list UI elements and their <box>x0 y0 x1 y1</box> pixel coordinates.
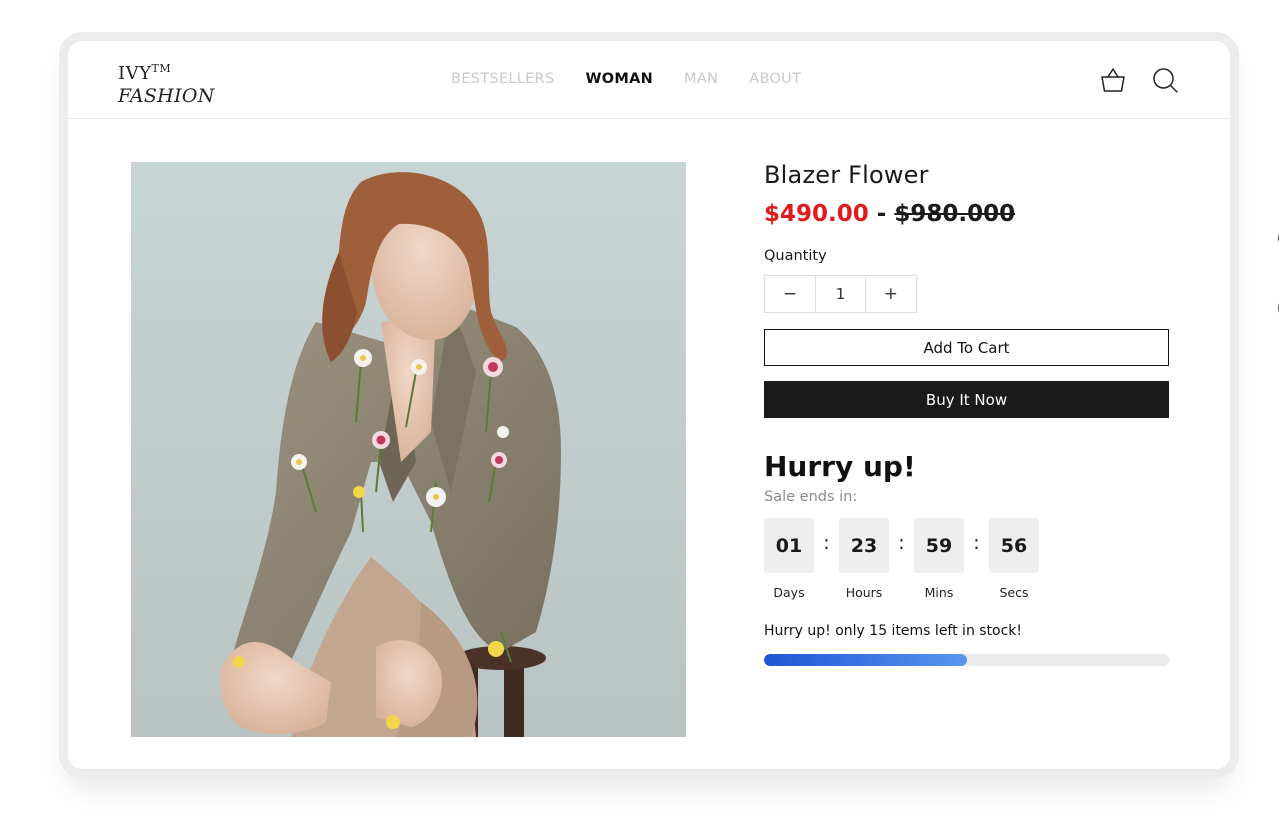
countdown-secs: 56 Secs <box>989 518 1039 600</box>
quantity-input[interactable]: 1 <box>815 276 866 312</box>
countdown-value: 23 <box>839 518 889 573</box>
nav-item-bestsellers[interactable]: BESTSELLERS <box>451 71 554 87</box>
product-card: IVYTM FASHION BESTSELLERS WOMAN MAN ABOU… <box>68 41 1230 769</box>
nav-item-man[interactable]: MAN <box>684 71 718 87</box>
countdown-label: Days <box>773 585 805 600</box>
stock-progress-bar <box>764 654 1169 666</box>
countdown-separator: : <box>973 531 980 554</box>
countdown-value: 56 <box>989 518 1039 573</box>
brand-logo[interactable]: IVYTM FASHION <box>118 57 215 108</box>
original-price: $980.000 <box>894 201 1016 227</box>
countdown-label: Secs <box>999 585 1029 600</box>
add-to-cart-button[interactable]: Add To Cart <box>764 329 1169 366</box>
sale-price: $490.00 <box>764 201 869 227</box>
basket-icon[interactable] <box>1098 65 1128 95</box>
nav-item-about[interactable]: ABOUT <box>749 71 801 87</box>
countdown-days: 01 Days <box>764 518 814 600</box>
countdown-value: 59 <box>914 518 964 573</box>
countdown-value: 01 <box>764 518 814 573</box>
header-actions <box>1098 65 1180 95</box>
brand-tm: TM <box>151 62 172 75</box>
countdown-separator: : <box>898 531 905 554</box>
main-nav: BESTSELLERS WOMAN MAN ABOUT <box>451 71 832 87</box>
product-image[interactable] <box>131 162 686 737</box>
sale-ends-label: Sale ends in: <box>764 489 858 505</box>
countdown-label: Hours <box>845 585 883 600</box>
quantity-stepper: − 1 + <box>764 275 917 313</box>
countdown-timer: 01 Days : 23 Hours : 59 Mins : 56 Secs <box>764 518 1169 600</box>
product-photo-illustration <box>131 162 686 737</box>
increase-button[interactable]: + <box>866 276 916 312</box>
brand-tagline: FASHION <box>118 85 215 107</box>
quantity-label: Quantity <box>764 248 827 264</box>
countdown-mins: 59 Mins <box>914 518 964 600</box>
price-row: $490.00 - $980.000 <box>764 201 1169 227</box>
buy-now-button[interactable]: Buy It Now <box>764 381 1169 418</box>
price-separator: - <box>868 201 895 227</box>
hurry-heading: Hurry up! <box>764 450 916 483</box>
countdown-label: Mins <box>924 585 954 600</box>
countdown-hours: 23 Hours <box>839 518 889 600</box>
decrease-button[interactable]: − <box>765 276 815 312</box>
stock-message: Hurry up! only 15 items left in stock! <box>764 623 1023 639</box>
countdown-separator: : <box>823 531 830 554</box>
product-title: Blazer Flower <box>764 161 929 189</box>
site-header: IVYTM FASHION BESTSELLERS WOMAN MAN ABOU… <box>68 41 1230 119</box>
nav-item-woman[interactable]: WOMAN <box>585 71 653 87</box>
search-icon[interactable] <box>1150 65 1180 95</box>
brand-name: IVY <box>118 63 152 84</box>
stock-progress-fill <box>764 654 967 666</box>
product-info: Blazer Flower $490.00 - $980.000 Quantit… <box>764 161 1169 666</box>
